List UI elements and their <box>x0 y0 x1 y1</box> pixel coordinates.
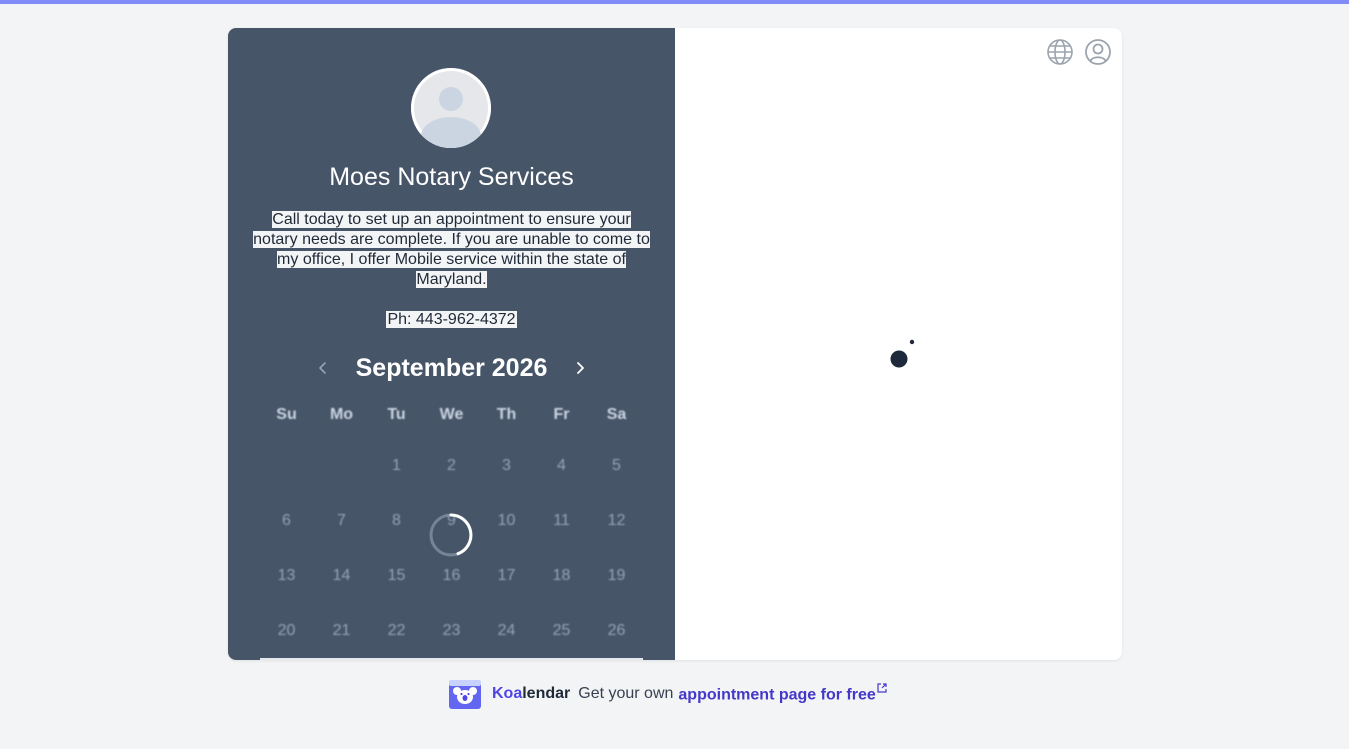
month-title: September 2026 <box>355 353 548 382</box>
weekday-label: Su <box>276 406 297 423</box>
calendar-empty-cell <box>314 438 369 493</box>
next-month-button[interactable] <box>565 353 595 383</box>
calendar-day[interactable]: 22 <box>369 603 424 658</box>
calendar-day[interactable]: 10 <box>479 493 534 548</box>
panel-divider <box>260 658 643 660</box>
calendar-day[interactable]: 21 <box>314 603 369 658</box>
calendar-day[interactable]: 6 <box>259 493 314 548</box>
calendar-day[interactable]: 20 <box>259 603 314 658</box>
brand-rest: lendar <box>522 685 571 702</box>
weekday-label: Sa <box>606 406 627 423</box>
calendar-day[interactable]: 7 <box>314 493 369 548</box>
top-accent-bar <box>0 0 1349 4</box>
profile-panel: Moes Notary Services Call today to set u… <box>228 28 675 660</box>
calendar-day[interactable]: 19 <box>589 548 644 603</box>
weekday-label: Fr <box>553 406 570 423</box>
weekday-header: Su Mo Tu We Th Fr Sa <box>259 406 644 424</box>
calendar-day[interactable]: 23 <box>424 603 479 658</box>
brand-koa: Koa <box>492 685 523 702</box>
calendar-day[interactable]: 1 <box>369 438 424 493</box>
calendar-day[interactable]: 11 <box>534 493 589 548</box>
user-circle-icon <box>1085 39 1111 65</box>
calendar-day[interactable]: 4 <box>534 438 589 493</box>
calendar-day[interactable]: 14 <box>314 548 369 603</box>
calendar-day[interactable]: 12 <box>589 493 644 548</box>
business-description: Call today to set up an appointment to e… <box>248 210 655 290</box>
user-avatar-icon <box>411 68 491 148</box>
calendar-day[interactable]: 25 <box>534 603 589 658</box>
description-text: Call today to set up an appointment to e… <box>253 211 650 288</box>
calendar-day[interactable]: 13 <box>259 548 314 603</box>
chevron-right-icon <box>577 362 584 374</box>
prev-month-button[interactable] <box>308 353 338 383</box>
external-link-icon <box>877 683 887 693</box>
footer-text: Get your own <box>578 685 674 702</box>
calendar-day[interactable]: 8 <box>369 493 424 548</box>
loading-icon <box>890 339 915 368</box>
calendar-empty-cell <box>259 438 314 493</box>
weekday-label: Tu <box>387 406 406 423</box>
calendar-day[interactable]: 3 <box>479 438 534 493</box>
free-page-link[interactable]: appointment page for free <box>678 683 887 704</box>
chevron-left-icon <box>319 362 326 374</box>
calendar-day[interactable]: 18 <box>534 548 589 603</box>
calendar-day[interactable]: 24 <box>479 603 534 658</box>
calendar-day[interactable]: 15 <box>369 548 424 603</box>
spinner-icon <box>429 513 473 557</box>
weekday-label: Mo <box>329 406 354 423</box>
calendar-day[interactable]: 2 <box>424 438 479 493</box>
business-phone: Ph: 443-962-4372 <box>228 310 675 330</box>
brand-name: Koalendar <box>492 685 570 703</box>
weekday-label: Th <box>496 406 517 423</box>
footer: Koalendar Get your own appointment page … <box>448 678 887 710</box>
booking-card: Moes Notary Services Call today to set u… <box>228 28 1122 660</box>
calendar-day[interactable]: 17 <box>479 548 534 603</box>
koalendar-logo-icon <box>449 680 481 709</box>
globe-icon <box>1047 39 1073 65</box>
free-page-link-text: appointment page for free <box>678 686 876 704</box>
phone-text: Ph: 443-962-4372 <box>386 311 517 328</box>
avatar <box>411 68 491 148</box>
month-navigation: September 2026 <box>308 350 595 386</box>
calendar-day[interactable]: 5 <box>589 438 644 493</box>
language-button[interactable] <box>1046 38 1074 66</box>
weekday-label: We <box>439 406 464 423</box>
calendar-day[interactable]: 26 <box>589 603 644 658</box>
business-name: Moes Notary Services <box>329 163 574 191</box>
account-button[interactable] <box>1084 38 1112 66</box>
